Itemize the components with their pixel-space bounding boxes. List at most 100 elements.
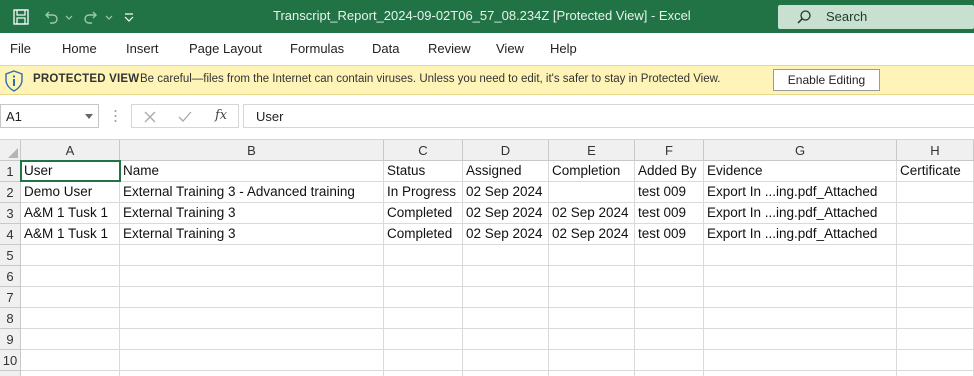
cell-c5[interactable] xyxy=(384,245,463,266)
cell-f8[interactable] xyxy=(635,308,704,329)
cell-h10[interactable] xyxy=(897,350,974,371)
cell-a2[interactable]: Demo User xyxy=(21,182,120,203)
cell-d10[interactable] xyxy=(463,350,549,371)
cell-a7[interactable] xyxy=(21,287,120,308)
tab-file[interactable]: File xyxy=(10,41,31,56)
cell-d11[interactable] xyxy=(463,371,549,376)
cell-e4[interactable]: 02 Sep 2024 xyxy=(549,224,635,245)
cell-a10[interactable] xyxy=(21,350,120,371)
cell-d2[interactable]: 02 Sep 2024 xyxy=(463,182,549,203)
tab-view[interactable]: View xyxy=(496,41,524,56)
cell-e7[interactable] xyxy=(549,287,635,308)
cell-a1[interactable]: User xyxy=(21,161,120,182)
column-header-b[interactable]: B xyxy=(120,140,384,161)
cell-b4[interactable]: External Training 3 xyxy=(120,224,384,245)
cell-g8[interactable] xyxy=(704,308,897,329)
cell-h1[interactable]: Certificate xyxy=(897,161,974,182)
cell-d3[interactable]: 02 Sep 2024 xyxy=(463,203,549,224)
redo-dropdown-icon[interactable] xyxy=(100,8,118,26)
cell-a9[interactable] xyxy=(21,329,120,350)
cell-c8[interactable] xyxy=(384,308,463,329)
tab-formulas[interactable]: Formulas xyxy=(290,41,344,56)
cell-h6[interactable] xyxy=(897,266,974,287)
cell-d8[interactable] xyxy=(463,308,549,329)
row-header-3[interactable]: 3 xyxy=(0,203,21,224)
redo-icon[interactable] xyxy=(82,8,100,26)
cell-d1[interactable]: Assigned xyxy=(463,161,549,182)
cell-c2[interactable]: In Progress xyxy=(384,182,463,203)
tab-insert[interactable]: Insert xyxy=(126,41,159,56)
cell-e5[interactable] xyxy=(549,245,635,266)
cell-e8[interactable] xyxy=(549,308,635,329)
cell-e11[interactable] xyxy=(549,371,635,376)
grip-dots-icon[interactable] xyxy=(114,108,117,124)
cell-e3[interactable]: 02 Sep 2024 xyxy=(549,203,635,224)
cell-c9[interactable] xyxy=(384,329,463,350)
tab-help[interactable]: Help xyxy=(550,41,577,56)
cell-f7[interactable] xyxy=(635,287,704,308)
cell-b5[interactable] xyxy=(120,245,384,266)
cell-g1[interactable]: Evidence xyxy=(704,161,897,182)
undo-dropdown-icon[interactable] xyxy=(60,8,78,26)
row-header-11[interactable]: 11 xyxy=(0,371,21,376)
cell-f1[interactable]: Added By xyxy=(635,161,704,182)
cell-b7[interactable] xyxy=(120,287,384,308)
cell-f3[interactable]: test 009 xyxy=(635,203,704,224)
cell-e6[interactable] xyxy=(549,266,635,287)
cell-h11[interactable] xyxy=(897,371,974,376)
cell-f5[interactable] xyxy=(635,245,704,266)
cell-c3[interactable]: Completed xyxy=(384,203,463,224)
enable-editing-button[interactable]: Enable Editing xyxy=(773,69,880,91)
customize-toolbar-icon[interactable] xyxy=(120,8,138,26)
cell-f4[interactable]: test 009 xyxy=(635,224,704,245)
column-header-d[interactable]: D xyxy=(463,140,549,161)
save-icon[interactable] xyxy=(12,8,30,26)
cell-c1[interactable]: Status xyxy=(384,161,463,182)
chevron-down-icon[interactable] xyxy=(85,114,93,119)
cell-e9[interactable] xyxy=(549,329,635,350)
row-header-8[interactable]: 8 xyxy=(0,308,21,329)
cell-b10[interactable] xyxy=(120,350,384,371)
cell-g6[interactable] xyxy=(704,266,897,287)
cell-g10[interactable] xyxy=(704,350,897,371)
row-header-1[interactable]: 1 xyxy=(0,161,21,182)
cell-b1[interactable]: Name xyxy=(120,161,384,182)
cell-a3[interactable]: A&M 1 Tusk 1 xyxy=(21,203,120,224)
column-header-a[interactable]: A xyxy=(21,140,120,161)
enter-check-icon[interactable] xyxy=(177,109,193,125)
cell-b2[interactable]: External Training 3 - Advanced training xyxy=(120,182,384,203)
row-header-7[interactable]: 7 xyxy=(0,287,21,308)
cell-a11[interactable] xyxy=(21,371,120,376)
cell-g2[interactable]: Export In ...ing.pdf_Attached xyxy=(704,182,897,203)
cell-f9[interactable] xyxy=(635,329,704,350)
cell-h5[interactable] xyxy=(897,245,974,266)
cell-g4[interactable]: Export In ...ing.pdf_Attached xyxy=(704,224,897,245)
cell-b6[interactable] xyxy=(120,266,384,287)
cell-b8[interactable] xyxy=(120,308,384,329)
formula-input[interactable]: User xyxy=(243,104,974,128)
row-header-10[interactable]: 10 xyxy=(0,350,21,371)
cancel-icon[interactable] xyxy=(142,109,158,125)
cell-d7[interactable] xyxy=(463,287,549,308)
tab-page-layout[interactable]: Page Layout xyxy=(189,41,262,56)
cell-g7[interactable] xyxy=(704,287,897,308)
undo-icon[interactable] xyxy=(42,8,60,26)
insert-function-icon[interactable]: fx xyxy=(215,108,231,124)
cell-g9[interactable] xyxy=(704,329,897,350)
cell-d6[interactable] xyxy=(463,266,549,287)
cell-f2[interactable]: test 009 xyxy=(635,182,704,203)
cell-g3[interactable]: Export In ...ing.pdf_Attached xyxy=(704,203,897,224)
cell-h3[interactable] xyxy=(897,203,974,224)
cell-a8[interactable] xyxy=(21,308,120,329)
cell-h2[interactable] xyxy=(897,182,974,203)
cell-e2[interactable] xyxy=(549,182,635,203)
select-all-button[interactable] xyxy=(0,140,21,161)
row-header-9[interactable]: 9 xyxy=(0,329,21,350)
row-header-6[interactable]: 6 xyxy=(0,266,21,287)
cell-d5[interactable] xyxy=(463,245,549,266)
cell-b9[interactable] xyxy=(120,329,384,350)
cell-e1[interactable]: Completion xyxy=(549,161,635,182)
cell-c7[interactable] xyxy=(384,287,463,308)
cell-f11[interactable] xyxy=(635,371,704,376)
name-box[interactable]: A1 xyxy=(0,104,99,128)
